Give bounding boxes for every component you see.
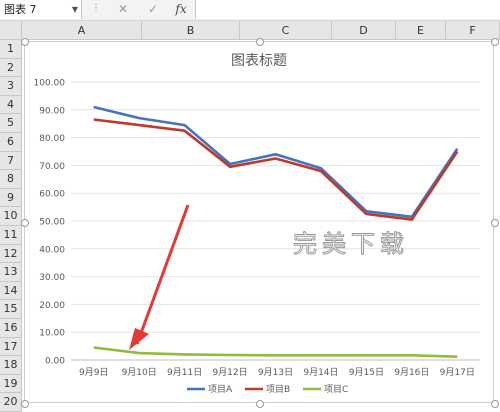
confirm-icon[interactable]: ✓ xyxy=(143,0,163,19)
legend-label[interactable]: 项目B xyxy=(266,384,290,395)
name-box-value: 图表 7 xyxy=(4,3,37,16)
row-header-15[interactable]: 15 xyxy=(0,300,22,319)
arrow-head xyxy=(129,328,149,350)
y-tick-label: 10.00 xyxy=(39,329,65,339)
y-tick-label: 20.00 xyxy=(39,301,65,311)
select-all-corner[interactable] xyxy=(0,21,22,40)
column-header-e[interactable]: E xyxy=(396,21,446,40)
chart-title[interactable]: 图表标题 xyxy=(231,53,287,69)
row-header-4[interactable]: 4 xyxy=(0,95,22,115)
column-header-a[interactable]: A xyxy=(22,21,142,40)
row-header-19[interactable]: 19 xyxy=(0,374,22,394)
x-tick-label: 9月14日 xyxy=(303,367,338,378)
column-header-c[interactable]: C xyxy=(240,21,332,40)
line-chart: 图表标题 0.00 10.00 20.00 30.00 40.00 50.00 60.00 7… xyxy=(34,53,480,395)
watermark-text: 完美下载 xyxy=(293,230,409,258)
arrow-shaft xyxy=(135,204,190,345)
x-tick-label: 9月16日 xyxy=(394,367,429,378)
series-line-2[interactable] xyxy=(93,118,459,221)
x-tick-label: 9月15日 xyxy=(349,367,384,378)
x-tick-label: 9月12日 xyxy=(212,367,247,378)
row-header-20[interactable]: 20 xyxy=(0,393,22,412)
row-header-10[interactable]: 10 xyxy=(0,207,22,226)
row-header-1[interactable]: 1 xyxy=(0,40,22,59)
y-tick-label: 90.00 xyxy=(39,106,65,116)
legend-label[interactable]: 项目A xyxy=(208,384,233,395)
formula-bar: 图表 7 ▼ ⋮ ✕ ✓ fx xyxy=(0,0,500,21)
chart-object[interactable]: 图表标题 0.00 10.00 20.00 30.00 40.00 50.00 60.00 7… xyxy=(24,41,494,403)
resize-handle-left[interactable] xyxy=(21,219,29,227)
x-tick-label: 9月9日 xyxy=(79,367,108,378)
row-header-5[interactable]: 5 xyxy=(0,114,22,133)
column-header-b[interactable]: B xyxy=(142,21,240,40)
arrow-annotation xyxy=(129,204,190,350)
row-header-12[interactable]: 12 xyxy=(0,244,22,264)
resize-handle-top-left[interactable] xyxy=(21,38,29,46)
row-header-18[interactable]: 18 xyxy=(0,356,22,375)
resize-handle-top-right[interactable] xyxy=(491,38,499,46)
series-line-3[interactable] xyxy=(93,346,458,358)
row-header-16[interactable]: 16 xyxy=(0,319,22,338)
row-header-9[interactable]: 9 xyxy=(0,188,22,208)
series-line-1[interactable] xyxy=(93,105,459,219)
x-tick-label: 9月10日 xyxy=(122,367,157,378)
y-tick-label: 100.00 xyxy=(34,79,66,89)
resize-handle-bottom[interactable] xyxy=(256,400,264,408)
x-tick-label: 9月17日 xyxy=(440,367,475,378)
row-header-6[interactable]: 6 xyxy=(0,133,22,152)
row-header-7[interactable]: 7 xyxy=(0,151,22,171)
x-tick-label: 9月13日 xyxy=(258,367,293,378)
column-header-f[interactable]: F xyxy=(446,21,500,40)
row-header-2[interactable]: 2 xyxy=(0,58,22,78)
cancel-icon[interactable]: ✕ xyxy=(113,0,133,19)
y-tick-label: 50.00 xyxy=(39,218,65,228)
row-header-13[interactable]: 13 xyxy=(0,263,22,282)
insert-function-icon[interactable]: fx xyxy=(171,0,191,19)
column-header-d[interactable]: D xyxy=(332,21,396,40)
formula-bar-grip-icon: ⋮ xyxy=(91,3,101,14)
row-header-11[interactable]: 11 xyxy=(0,226,22,245)
y-tick-label: 60.00 xyxy=(39,190,65,200)
formula-input[interactable] xyxy=(195,0,500,19)
resize-handle-right[interactable] xyxy=(491,219,499,227)
x-tick-label: 9月11日 xyxy=(167,367,202,378)
y-tick-label: 70.00 xyxy=(39,162,65,172)
row-header-3[interactable]: 3 xyxy=(0,77,22,96)
row-header-8[interactable]: 8 xyxy=(0,170,22,189)
row-header-14[interactable]: 14 xyxy=(0,281,22,301)
y-tick-label: 40.00 xyxy=(39,245,65,255)
row-header-17[interactable]: 17 xyxy=(0,337,22,357)
resize-handle-bottom-right[interactable] xyxy=(491,400,499,408)
resize-handle-top[interactable] xyxy=(256,38,264,46)
y-tick-label: 0.00 xyxy=(45,357,65,367)
legend-label[interactable]: 项目C xyxy=(324,384,348,395)
name-box[interactable]: 图表 7 ▼ xyxy=(0,0,82,19)
resize-handle-bottom-left[interactable] xyxy=(21,400,29,408)
y-tick-label: 80.00 xyxy=(39,134,65,144)
chevron-down-icon[interactable]: ▼ xyxy=(72,0,78,19)
y-tick-label: 30.00 xyxy=(39,273,65,283)
